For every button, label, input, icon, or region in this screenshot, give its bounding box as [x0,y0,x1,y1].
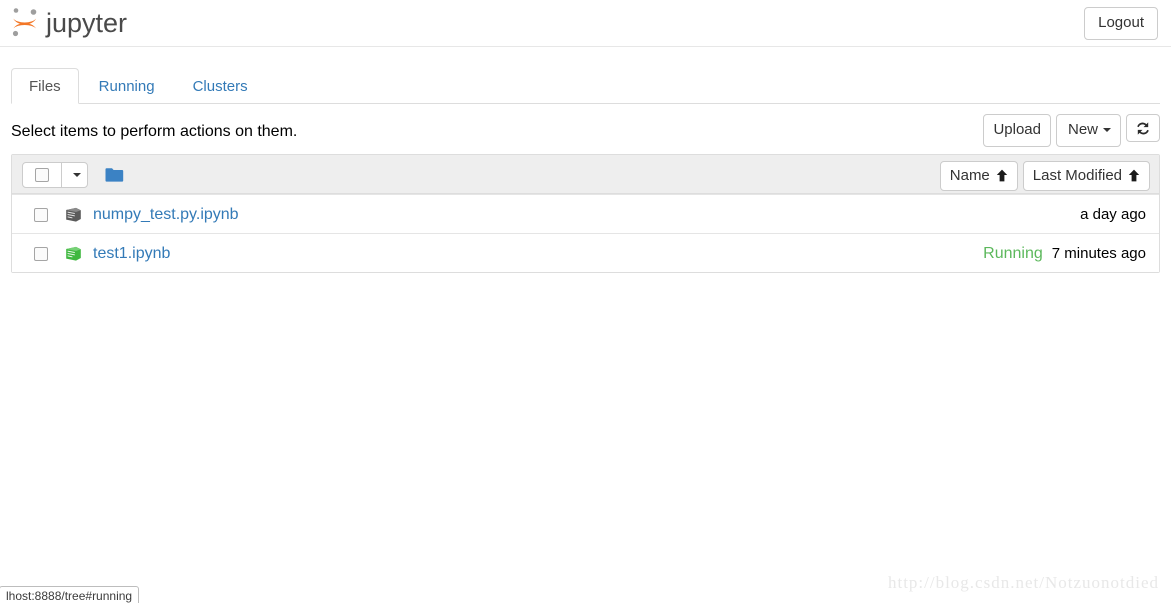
folder-icon[interactable] [105,167,124,183]
status-badge[interactable]: Running [983,244,1043,263]
select-all-group [22,162,88,188]
watermark-text: http://blog.csdn.net/Notzuonotdied [887,573,1159,592]
upload-button[interactable]: Upload [983,114,1051,147]
tab-clusters[interactable]: Clusters [175,68,266,104]
logout-button[interactable]: Logout [1084,7,1158,40]
page-header: jupyter Logout [0,0,1171,47]
row-right: Running 7 minutes ago [983,234,1146,273]
last-modified-text: a day ago [1080,205,1146,223]
last-modified-text: 7 minutes ago [1051,244,1146,262]
checkbox-icon[interactable] [34,246,48,261]
file-name-link[interactable]: test1.ipynb [93,244,170,263]
new-dropdown-button[interactable]: New [1055,114,1121,147]
header-left-controls [22,162,124,188]
refresh-icon [1137,122,1149,135]
list-toolbar: Select items to perform actions on them.… [11,104,1160,154]
toolbar-actions: Upload New [983,114,1160,147]
notebook-icon[interactable] [65,207,82,223]
sort-controls: Name Last Modified [939,161,1150,191]
file-list-area: Select items to perform actions on them.… [11,104,1160,273]
browser-status-bar-url: lhost:8888/tree#running [0,586,140,603]
sort-modified-label: Last Modified [1032,167,1122,184]
sort-name-label: Name [949,167,990,184]
jupyter-file-browser: jupyter Logout Files Running Clusters Se… [0,0,1171,603]
main-tabs: Files Running Clusters [11,68,1160,104]
selection-hint-text: Select items to perform actions on them. [11,123,298,140]
jupyter-logo-link[interactable]: jupyter [10,1,127,45]
row-right: a day ago [1080,195,1146,234]
row-left: numpy_test.py.ipynb [34,195,239,234]
arrow-up-icon [996,169,1007,182]
table-row[interactable]: test1.ipynb Running 7 minutes ago [12,233,1159,272]
tab-files[interactable]: Files [11,68,79,104]
table-row[interactable]: numpy_test.py.ipynb a day ago [12,194,1159,233]
sort-by-name-button[interactable]: Name [939,161,1018,191]
sort-by-last-modified-button[interactable]: Last Modified [1022,161,1150,191]
brand-text: jupyter [46,8,128,38]
row-left: test1.ipynb [34,234,170,273]
file-name-link[interactable]: numpy_test.py.ipynb [93,205,239,224]
chevron-down-icon [73,173,81,177]
file-table: Name Last Modified numpy_test.py.ipynb a… [11,154,1160,273]
file-table-header: Name Last Modified [12,155,1159,194]
chevron-down-icon [1103,128,1111,133]
arrow-up-icon [1128,169,1140,182]
select-all-dropdown-cell[interactable] [61,163,87,187]
tab-running[interactable]: Running [81,68,173,104]
checkbox-icon[interactable] [35,168,49,182]
notebook-running-icon[interactable] [65,246,82,262]
jupyter-logo-icon [12,8,37,37]
select-all-cell[interactable] [23,163,61,187]
checkbox-icon[interactable] [34,207,48,222]
refresh-button[interactable] [1126,114,1160,142]
new-dropdown-label: New [1067,121,1098,138]
